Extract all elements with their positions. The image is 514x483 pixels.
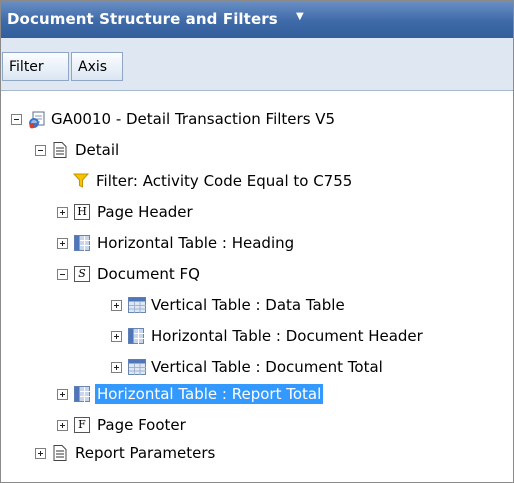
expand-icon[interactable] bbox=[57, 388, 68, 400]
expand-icon[interactable] bbox=[111, 330, 122, 342]
tree-item-label: Horizontal Table : Document Header bbox=[151, 327, 423, 345]
tree-item-label: Page Footer bbox=[97, 416, 186, 434]
tree-item-document-fq[interactable]: S Document FQ bbox=[57, 263, 202, 285]
filter-funnel-icon bbox=[72, 173, 90, 189]
collapse-icon[interactable] bbox=[57, 268, 68, 280]
expand-icon[interactable] bbox=[57, 419, 68, 431]
tree-item-page-footer[interactable]: F Page Footer bbox=[57, 414, 188, 436]
document-structure-panel: Document Structure and Filters ▼ Filter … bbox=[0, 0, 514, 483]
tree-item-label: Document FQ bbox=[97, 265, 200, 283]
tab-axis[interactable]: Axis bbox=[71, 52, 123, 81]
structure-tree: GA0010 - Detail Transaction Filters V5 D… bbox=[1, 91, 513, 482]
page-header-icon: H bbox=[74, 204, 90, 220]
chevron-down-icon[interactable]: ▼ bbox=[296, 11, 304, 22]
collapse-icon[interactable] bbox=[11, 113, 22, 125]
tree-item-root[interactable]: GA0010 - Detail Transaction Filters V5 bbox=[11, 108, 337, 130]
panel-title-bar[interactable]: Document Structure and Filters ▼ bbox=[1, 1, 513, 38]
tree-item-label-selected: Horizontal Table : Report Total bbox=[95, 384, 324, 404]
page-footer-icon: F bbox=[74, 417, 90, 433]
panel-title: Document Structure and Filters bbox=[7, 10, 278, 28]
expand-icon[interactable] bbox=[57, 237, 68, 249]
horizontal-table-icon bbox=[128, 328, 144, 344]
tree-item-report-total-table[interactable]: Horizontal Table : Report Total bbox=[57, 383, 324, 405]
tree-item-filter[interactable]: Filter: Activity Code Equal to C755 bbox=[72, 170, 354, 192]
tree-item-label: Horizontal Table : Heading bbox=[97, 234, 295, 252]
document-icon bbox=[52, 445, 68, 461]
tree-item-detail[interactable]: Detail bbox=[35, 139, 121, 161]
tree-item-document-header-table[interactable]: Horizontal Table : Document Header bbox=[111, 325, 425, 347]
expand-icon[interactable] bbox=[35, 447, 46, 459]
horizontal-table-icon bbox=[74, 235, 90, 251]
tree-item-data-table[interactable]: Vertical Table : Data Table bbox=[111, 294, 347, 316]
tree-item-page-header[interactable]: H Page Header bbox=[57, 201, 195, 223]
tree-item-report-parameters[interactable]: Report Parameters bbox=[35, 442, 217, 464]
document-icon bbox=[52, 142, 68, 158]
tree-item-label: Vertical Table : Data Table bbox=[151, 296, 345, 314]
tree-item-heading-table[interactable]: Horizontal Table : Heading bbox=[57, 232, 296, 254]
vertical-table-icon bbox=[128, 359, 146, 375]
tree-item-label: Detail bbox=[75, 141, 120, 159]
horizontal-table-icon bbox=[74, 386, 90, 402]
expand-icon[interactable] bbox=[57, 206, 68, 218]
panel-toolbar: Filter Axis bbox=[1, 38, 513, 91]
tree-item-label: GA0010 - Detail Transaction Filters V5 bbox=[51, 110, 336, 128]
tree-item-label: Report Parameters bbox=[75, 444, 216, 462]
expand-icon[interactable] bbox=[111, 299, 122, 311]
tree-item-label: Filter: Activity Code Equal to C755 bbox=[96, 172, 353, 190]
tree-item-label: Vertical Table : Document Total bbox=[151, 358, 383, 376]
tab-filter[interactable]: Filter bbox=[2, 52, 69, 81]
tree-item-label: Page Header bbox=[97, 203, 193, 221]
collapse-icon[interactable] bbox=[35, 144, 46, 156]
report-document-icon bbox=[28, 111, 45, 129]
vertical-table-icon bbox=[128, 297, 146, 313]
tree-item-document-total-table[interactable]: Vertical Table : Document Total bbox=[111, 356, 385, 378]
expand-icon[interactable] bbox=[111, 361, 122, 373]
section-icon: S bbox=[74, 266, 90, 282]
